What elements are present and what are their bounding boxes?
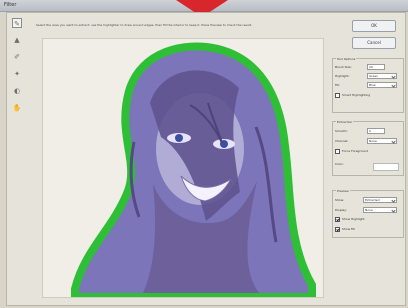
extract-preview-image	[43, 39, 323, 297]
tool-options-group: Tool Options Brush Size: 20 Highlight: G…	[332, 57, 404, 113]
highlight-dropdown[interactable]: Green	[367, 73, 397, 79]
smart-highlighting-label: Smart Highlighting	[342, 93, 371, 97]
extraction-title: Extraction	[336, 120, 354, 124]
display-value: None	[365, 208, 373, 212]
show-highlight-checkbox[interactable]	[335, 217, 340, 222]
preview-canvas[interactable]	[42, 38, 324, 298]
smooth-field[interactable]: 0	[367, 128, 385, 134]
edge-highlighter-icon[interactable]: ✎	[12, 18, 22, 28]
edge-touchup-icon[interactable]: ✋	[12, 103, 22, 113]
cancel-button[interactable]: Cancel	[352, 37, 396, 49]
show-dropdown[interactable]: Extracted	[363, 197, 397, 203]
smooth-label: Smooth:	[335, 129, 348, 133]
display-label: Display:	[335, 208, 347, 212]
extraction-group: Extraction Smooth: 0 Channel: None Force…	[332, 120, 404, 176]
options-panel: OK Cancel Tool Options Brush Size: 20 Hi…	[332, 20, 404, 280]
fill-tool-icon[interactable]: ▲	[12, 35, 22, 45]
force-foreground-checkbox[interactable]	[335, 149, 340, 154]
fill-label: Fill:	[335, 83, 341, 87]
eyedropper-icon[interactable]: ✦	[12, 69, 22, 79]
instruction-text: Select the area you want to extract: use…	[36, 23, 252, 27]
eraser-icon[interactable]: ✐	[12, 52, 22, 62]
window-title: Filter	[4, 2, 17, 8]
show-fill-label: Show Fill	[342, 227, 356, 231]
cleanup-tool-icon[interactable]: ◐	[12, 86, 22, 96]
fill-value: Blue	[369, 83, 376, 87]
color-label: Color:	[335, 162, 344, 166]
show-fill-checkbox[interactable]	[335, 227, 340, 232]
channel-value: None	[369, 139, 377, 143]
channel-dropdown[interactable]: None	[367, 138, 397, 144]
preview-title: Preview	[336, 189, 350, 193]
show-highlight-label: Show Highlight	[342, 217, 365, 221]
channel-label: Channel:	[335, 139, 349, 143]
color-swatch[interactable]	[373, 163, 399, 171]
fill-dropdown[interactable]: Blue	[367, 82, 397, 88]
highlight-label: Highlight:	[335, 74, 350, 78]
show-label: Show:	[335, 198, 344, 202]
tool-options-title: Tool Options	[336, 57, 357, 61]
tool-palette: ✎ ▲ ✐ ✦ ◐ ✋	[12, 18, 22, 128]
force-foreground-label: Force Foreground	[342, 149, 369, 153]
ok-button[interactable]: OK	[352, 20, 396, 32]
preview-group: Preview Show: Extracted Display: None Sh…	[332, 189, 404, 238]
brush-size-label: Brush Size:	[335, 65, 352, 69]
smart-highlighting-checkbox[interactable]	[335, 93, 340, 98]
highlight-value: Green	[369, 74, 379, 78]
brush-size-field[interactable]: 20	[367, 64, 385, 70]
display-dropdown[interactable]: None	[363, 207, 397, 213]
show-value: Extracted	[365, 198, 380, 202]
